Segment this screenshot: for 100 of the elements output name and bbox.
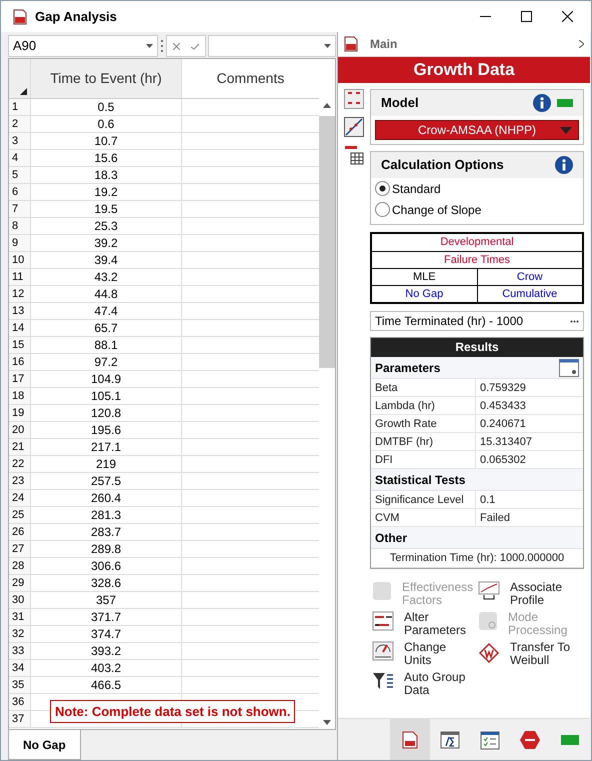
table-cell: 97.2 [31, 354, 182, 370]
dropdown-icon[interactable] [146, 44, 153, 48]
row-number: 18 [9, 388, 31, 404]
calculator-icon[interactable] [344, 145, 364, 165]
check-icon[interactable] [191, 42, 200, 50]
table-cell: 47.4 [31, 303, 182, 319]
action-link[interactable]: Change Units [372, 641, 478, 667]
table-cell: 10.7 [31, 133, 182, 149]
formula-field[interactable] [208, 35, 336, 57]
action-link[interactable]: Alter Parameters [372, 611, 478, 637]
table-cell: 19.5 [31, 201, 182, 217]
table-cell: 260.4 [31, 490, 182, 506]
row-number: 7 [9, 201, 31, 217]
row-number: 30 [9, 592, 31, 608]
result-label: Growth Rate [371, 415, 476, 432]
row-number: 29 [9, 575, 31, 591]
gauge-icon [372, 641, 394, 661]
radio-button[interactable] [375, 181, 390, 196]
close-icon[interactable] [562, 11, 573, 22]
info-icon[interactable] [555, 156, 573, 174]
table-cell: 217.1 [31, 439, 182, 455]
action-link[interactable]: Auto Group Data [372, 671, 478, 697]
row-number: 25 [9, 507, 31, 523]
table-cell: 219 [31, 456, 182, 472]
action-link[interactable]: Transfer To Weibull [478, 641, 584, 667]
section-heading: Calculation Options [381, 156, 505, 174]
more-icon[interactable] [160, 39, 164, 53]
row-number: 15 [9, 337, 31, 353]
table-cell: 393.2 [31, 643, 182, 659]
result-value: 0.1 [479, 493, 496, 508]
bottom-tab[interactable] [390, 719, 430, 760]
row-number: 31 [9, 609, 31, 625]
alter-numbers-icon [372, 611, 394, 631]
chevron-right-icon[interactable] [579, 40, 584, 48]
model-dropdown[interactable]: Crow-AMSAA (NHPP) [375, 120, 579, 140]
column-header[interactable]: Comments [182, 59, 319, 98]
results-section-heading: Statistical Tests [375, 472, 466, 488]
checklist-icon [480, 730, 500, 750]
dropdown-icon[interactable] [324, 44, 331, 48]
result-value: 0.453433 [479, 399, 527, 414]
scroll-down-icon[interactable] [323, 720, 331, 725]
row-number: 8 [9, 218, 31, 234]
radio-label[interactable]: Standard [392, 180, 441, 198]
row-number: 2 [9, 116, 31, 132]
table-cell: 283.7 [31, 524, 182, 540]
radio-button[interactable] [375, 202, 390, 217]
summary-cell: Cumulative [476, 286, 582, 302]
summary-cell-text: No Gap [404, 287, 444, 302]
row-number: 22 [9, 456, 31, 472]
app-icon [13, 8, 27, 24]
results-header: Results [371, 338, 583, 357]
table-cell: 289.8 [31, 541, 182, 557]
table-cell: 104.9 [31, 371, 182, 387]
table-cell: 25.3 [31, 218, 182, 234]
row-number: 28 [9, 558, 31, 574]
results-section-heading: Parameters [375, 360, 442, 376]
note-banner: Note: Complete data set is not shown. [50, 700, 296, 723]
table-cell: 65.7 [31, 320, 182, 336]
scroll-up-icon[interactable] [323, 103, 331, 108]
table-cell: 18.3 [31, 167, 182, 183]
cell-reference-field[interactable]: A90 [8, 35, 158, 57]
plot-icon[interactable] [344, 117, 364, 137]
radio-label[interactable]: Change of Slope [392, 200, 482, 218]
info-icon[interactable] [533, 94, 551, 112]
row-number: 37 [9, 711, 31, 727]
sheet-tab[interactable]: No Gap [8, 730, 81, 760]
row-number: 11 [9, 269, 31, 285]
weibull-diamond-icon [478, 641, 500, 663]
result-label: DFI [371, 451, 476, 468]
cancel-icon[interactable] [172, 42, 180, 50]
ellipsis-icon[interactable] [570, 320, 579, 322]
row-number: 17 [9, 371, 31, 387]
table-cell: 0.6 [31, 116, 182, 132]
section-heading: Model [381, 94, 420, 112]
table-cell: 466.5 [31, 677, 182, 693]
row-number: 5 [9, 167, 31, 183]
termination-field[interactable]: Time Terminated (hr) - 1000 [370, 311, 584, 331]
summary-cell: Crow [476, 269, 582, 285]
row-number: 4 [9, 150, 31, 166]
document-icon [344, 36, 358, 52]
row-number: 1 [9, 99, 31, 115]
result-label: DMTBF (hr) [371, 433, 476, 450]
summary-cell-text: MLE [412, 270, 437, 285]
row-number: 9 [9, 235, 31, 251]
summary-cell-text: Developmental [439, 235, 515, 250]
funnel-icon [372, 671, 394, 691]
table-cell: 105.1 [31, 388, 182, 404]
result-text: Termination Time (hr): 1000.000000 [371, 549, 583, 568]
row-number: 10 [9, 252, 31, 268]
window-icon[interactable] [559, 358, 579, 376]
result-value: 0.240671 [479, 417, 527, 432]
column-header[interactable]: Time to Event (hr) [31, 59, 182, 98]
scrollbar-thumb[interactable] [319, 116, 335, 368]
table-cell: 281.3 [31, 507, 182, 523]
action-link[interactable]: Associate Profile [478, 581, 584, 607]
row-number: 3 [9, 133, 31, 149]
table-cell: 257.5 [31, 473, 182, 489]
nav-label[interactable]: Main [370, 35, 567, 53]
select-all-icon[interactable] [20, 88, 27, 95]
maximize-icon[interactable] [521, 11, 532, 22]
